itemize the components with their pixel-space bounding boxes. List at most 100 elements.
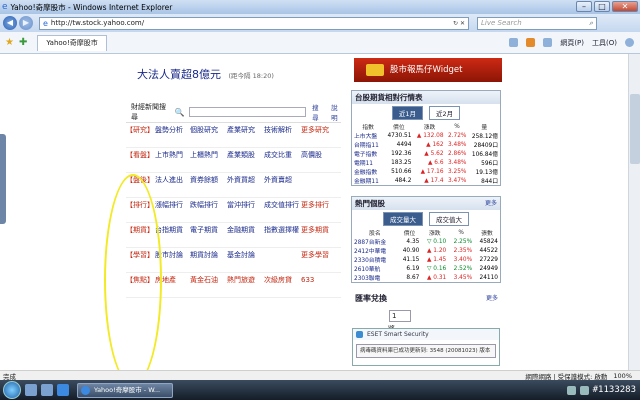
link[interactable]: 電子期貨 — [190, 223, 227, 247]
link[interactable]: 期貨討論 — [190, 248, 227, 272]
link[interactable]: 成交值排行 — [264, 198, 301, 222]
widget-icon — [366, 64, 384, 76]
forward-icon[interactable]: ▶ — [19, 16, 33, 30]
index-name[interactable]: 金融期11 — [352, 176, 384, 185]
headline[interactable]: 大法人賣超8億元 (距今隔 18:20) — [137, 66, 274, 82]
favorites-star-icon[interactable]: ★ — [5, 37, 14, 48]
index-name[interactable]: 電子指數 — [352, 149, 384, 158]
more-link[interactable]: 633 — [301, 273, 334, 297]
close-button[interactable]: ✕ — [612, 1, 638, 12]
maximize-button[interactable]: □ — [594, 1, 610, 12]
widget-label[interactable]: 股市報馬仔Widget — [390, 65, 462, 75]
fx-amount-input[interactable]: 1 — [389, 310, 411, 322]
more-link[interactable]: 更多期貨 — [301, 223, 334, 247]
minimize-button[interactable]: – — [576, 1, 592, 12]
news-search-input[interactable] — [188, 107, 307, 117]
tab-month-1[interactable]: 近1月 — [391, 106, 423, 120]
link-cat: 【研究】 — [126, 126, 154, 134]
tab-month-2[interactable]: 近2月 — [429, 106, 461, 120]
stock-name[interactable]: 2610華航 — [352, 264, 398, 273]
index-price: 484.2 — [394, 177, 412, 184]
taskbar-ie-window[interactable]: Yahoo!奇摩股市 - W... — [77, 382, 173, 398]
tab-value[interactable]: 成交值大 — [429, 212, 469, 226]
link[interactable]: 成交比重 — [264, 148, 301, 172]
page-menu[interactable]: 網頁(P) — [560, 38, 584, 48]
link[interactable]: 漲幅排行 — [155, 198, 190, 222]
link[interactable]: 跌幅排行 — [190, 198, 227, 222]
back-icon[interactable]: ◀ — [3, 16, 17, 30]
hot-more-link[interactable]: 更多 — [485, 197, 500, 210]
news-search-button[interactable]: 搜尋 — [312, 102, 325, 122]
help-icon[interactable] — [625, 38, 634, 47]
more-link[interactable]: 更多研究 — [301, 123, 334, 147]
live-search-input[interactable]: Live Search ⌕ — [477, 16, 597, 30]
link[interactable]: 資券餘額 — [190, 173, 227, 197]
index-name[interactable]: 電期11 — [352, 158, 384, 167]
table-row: 2330台積電 41.15 ▲ 1.45 3.40% 27229 — [352, 255, 500, 265]
network-icon[interactable] — [566, 385, 576, 395]
tab-volume[interactable]: 成交量大 — [383, 212, 423, 226]
search-icon[interactable]: ⌕ — [589, 19, 593, 28]
add-favorite-icon[interactable]: ✚ — [19, 37, 27, 48]
stock-name[interactable]: 2412中華電 — [352, 246, 398, 255]
index-price: 192.36 — [391, 150, 412, 157]
link[interactable]: 熱門旅遊 — [227, 273, 264, 297]
link[interactable]: 次級房貸 — [264, 273, 301, 297]
index-name[interactable]: 上市大盤 — [352, 131, 384, 140]
link[interactable]: 指數選擇權 — [264, 223, 301, 247]
more-link[interactable] — [301, 173, 334, 197]
index-chg: ▲ 17.16 — [413, 167, 445, 176]
link[interactable]: 上市熱門 — [155, 148, 190, 172]
link[interactable]: 產業研究 — [227, 123, 264, 147]
headline-text[interactable]: 大法人賣超8億元 — [137, 68, 221, 81]
tools-menu[interactable]: 工具(O) — [592, 38, 617, 48]
stock-price: 4.35 — [406, 238, 420, 245]
widget-banner[interactable]: 股市報馬仔Widget — [354, 58, 502, 82]
switch-windows-icon[interactable] — [41, 384, 53, 396]
more-link[interactable]: 更多學習 — [301, 248, 334, 272]
grid-row-rank: 【排行】 漲幅排行 跌幅排行 當沖排行 成交值排行 更多排行 — [126, 198, 341, 223]
taskbar: Yahoo!奇摩股市 - W... #1133283 — [0, 380, 640, 400]
index-name[interactable]: 金融指數 — [352, 167, 384, 176]
link[interactable]: 產業類股 — [227, 148, 264, 172]
ie-launch-icon[interactable] — [57, 384, 69, 396]
more-link[interactable]: 高價股 — [301, 148, 334, 172]
link[interactable]: 法人進出 — [155, 173, 190, 197]
link[interactable]: 個股研究 — [190, 123, 227, 147]
index-name[interactable]: 台期指11 — [352, 140, 384, 149]
more-link[interactable]: 更多排行 — [301, 198, 334, 222]
link[interactable]: 上櫃熱門 — [190, 148, 227, 172]
home-icon[interactable] — [509, 38, 519, 47]
chg-val: 132.08 — [423, 132, 444, 139]
link[interactable]: 當沖排行 — [227, 198, 264, 222]
print-icon[interactable] — [543, 38, 553, 47]
vertical-scrollbar[interactable] — [628, 54, 640, 370]
feeds-icon[interactable] — [526, 38, 536, 47]
url-input[interactable]: e http://tw.stock.yahoo.com/ ↻ ✕ — [39, 16, 469, 30]
side-handle[interactable] — [0, 134, 6, 224]
hot-table: 股名 價位 漲跌 % 張數 2887台新金 4.35 ▽ 0.10 2.25% 4582… — [352, 228, 500, 283]
link[interactable]: 外資賣超 — [264, 173, 301, 197]
eset-notification[interactable]: ESET Smart Security 病毒碼資料庫已成功更新到: 3548 (… — [352, 328, 500, 366]
link[interactable]: 金融期貨 — [227, 223, 264, 247]
link[interactable]: 基金討論 — [227, 248, 264, 272]
fx-more-link[interactable]: 更多 — [486, 292, 501, 305]
tab-yahoo-stock[interactable]: Yahoo!奇摩股市 — [37, 34, 107, 51]
show-desktop-icon[interactable] — [25, 384, 37, 396]
volume-icon[interactable] — [579, 385, 589, 395]
zoom-level[interactable]: 100% — [613, 372, 632, 380]
index-price: 183.25 — [391, 159, 412, 166]
start-button[interactable] — [3, 381, 21, 399]
refresh-icon[interactable]: ↻ ✕ — [453, 20, 468, 27]
link[interactable]: 技術解析 — [264, 123, 301, 147]
stock-price: 40.90 — [402, 247, 420, 254]
stock-name[interactable]: 2330台積電 — [352, 255, 398, 264]
scroll-thumb[interactable] — [630, 94, 640, 164]
stock-name[interactable]: 2887台新金 — [352, 237, 398, 246]
link[interactable]: 外資買超 — [227, 173, 264, 197]
link[interactable] — [264, 248, 301, 272]
news-search-help[interactable]: 說明 — [331, 102, 344, 122]
link[interactable]: 盤勢分析 — [155, 123, 190, 147]
stock-name[interactable]: 2303聯電 — [352, 273, 398, 282]
link[interactable]: 黃金石油 — [190, 273, 227, 297]
